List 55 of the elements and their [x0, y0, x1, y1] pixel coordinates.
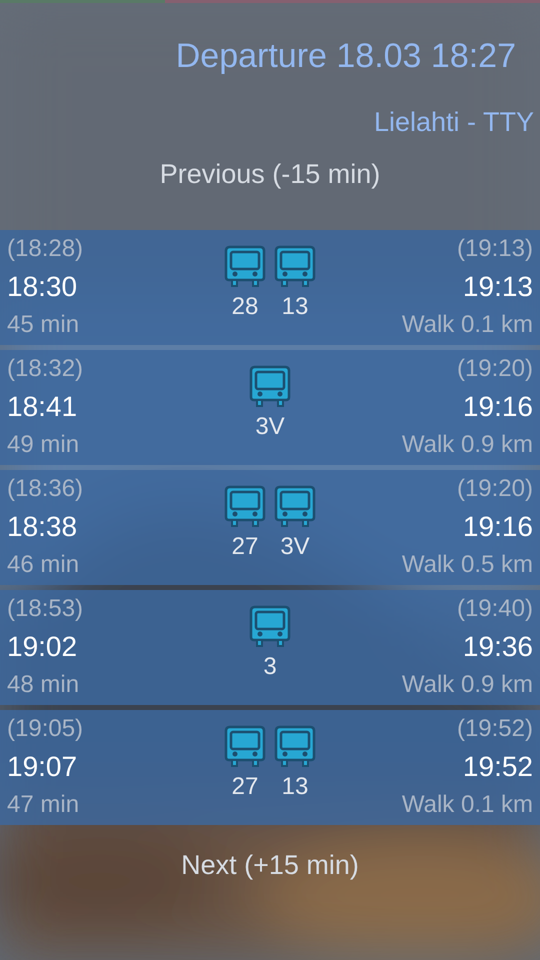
duration: 48 min — [7, 670, 80, 700]
walk-distance: Walk 0.9 km — [402, 670, 533, 700]
walk-distance: Walk 0.1 km — [402, 310, 533, 340]
line-number: 27 — [232, 772, 258, 802]
line-number: 3 — [263, 652, 277, 682]
previous-button[interactable]: Previous (-15 min) — [160, 156, 380, 192]
arrival-time: 19:16 — [462, 390, 533, 424]
line-number: 28 — [232, 292, 258, 322]
arrival-time: 19:13 — [462, 270, 533, 304]
route-row[interactable]: (18:32) 18:41 49 min 3V (19:20) 19:16 Walk 0.9 km — [0, 350, 540, 465]
planned-arrival: (19:52) — [456, 714, 533, 744]
planned-arrival: (19:20) — [456, 474, 533, 504]
bus-icon — [274, 484, 316, 528]
arrival-time: 19:16 — [462, 510, 533, 544]
route-row[interactable]: (18:28) 18:30 45 min 28 13 (19:13) 19:13 Walk 0.1 km — [0, 230, 540, 345]
duration: 45 min — [7, 310, 80, 340]
planned-departure: (18:36) — [7, 474, 84, 504]
bus-icon — [274, 724, 316, 768]
arrival-time: 19:36 — [462, 630, 533, 664]
bus-icon — [249, 604, 291, 648]
duration: 47 min — [7, 790, 80, 820]
duration: 46 min — [7, 550, 80, 580]
line-number: 3V — [280, 532, 310, 562]
planned-arrival: (19:20) — [456, 354, 533, 384]
planned-arrival: (19:13) — [456, 234, 533, 264]
duration: 49 min — [7, 430, 80, 460]
planned-departure: (18:28) — [7, 234, 84, 264]
bus-icon — [224, 244, 266, 288]
next-button[interactable]: Next (+15 min) — [181, 847, 359, 883]
arrival-time: 19:52 — [462, 750, 533, 784]
line-number: 27 — [232, 532, 258, 562]
route-label: Lielahti - TTY — [374, 106, 534, 139]
line-number: 13 — [282, 772, 308, 802]
bus-icon — [224, 724, 266, 768]
line-number: 13 — [282, 292, 308, 322]
bus-icon — [274, 244, 316, 288]
planned-departure: (18:53) — [7, 594, 84, 624]
walk-distance: Walk 0.1 km — [402, 790, 533, 820]
planned-arrival: (19:40) — [456, 594, 533, 624]
walk-distance: Walk 0.5 km — [402, 550, 533, 580]
departure-time: 18:41 — [7, 390, 78, 424]
planned-departure: (18:32) — [7, 354, 84, 384]
planned-departure: (19:05) — [7, 714, 84, 744]
bus-icon — [224, 484, 266, 528]
walk-distance: Walk 0.9 km — [402, 430, 533, 460]
route-row[interactable]: (19:05) 19:07 47 min 27 13 (19:52) 19:52 Walk 0.1 km — [0, 710, 540, 825]
departure-time: 18:30 — [7, 270, 78, 304]
route-row[interactable]: (18:36) 18:38 46 min 27 3V (19:20) 19:16 Walk 0.5 km — [0, 470, 540, 585]
page-title: Departure 18.03 18:27 — [176, 36, 516, 77]
line-number: 3V — [255, 412, 285, 442]
departure-time: 19:02 — [7, 630, 78, 664]
bus-icon — [249, 364, 291, 408]
departure-time: 19:07 — [7, 750, 78, 784]
route-row[interactable]: (18:53) 19:02 48 min 3 (19:40) 19:36 Walk 0.9 km — [0, 590, 540, 705]
departure-time: 18:38 — [7, 510, 78, 544]
